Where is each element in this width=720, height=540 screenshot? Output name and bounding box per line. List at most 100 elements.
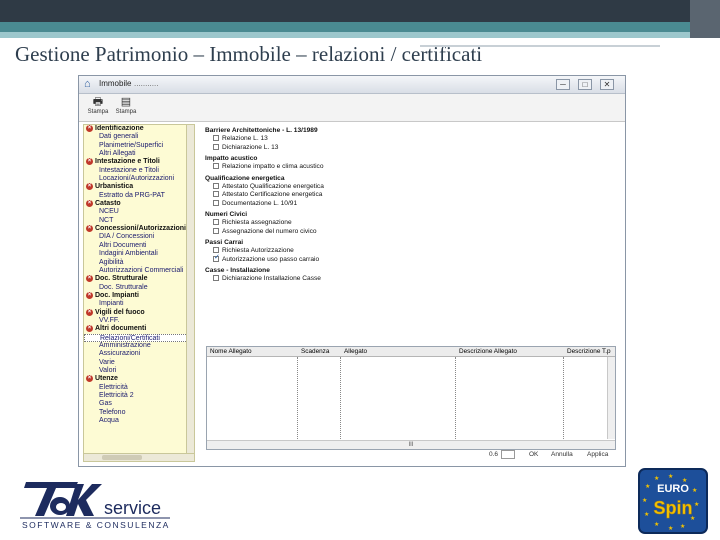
panel-group-heading: Passi Carrai [205,239,244,246]
navigation-tree: × Identificazione Dati generali Planimetrie… [83,124,195,462]
grid-col-scadenza[interactable]: Scadenza [301,347,329,357]
tree-section[interactable]: × Identificazione [84,125,194,133]
tree-item[interactable]: Agibilità [84,259,194,267]
tree-item[interactable]: NCEU [84,208,194,216]
checkbox-row[interactable]: Attestato Certificazione energetica [205,191,623,200]
checkbox-row[interactable]: Richiesta assegnazione [205,219,623,228]
checkbox-row[interactable]: Autorizzazione uso passo carraio [205,254,623,265]
tree-item[interactable]: Elettricità [84,384,194,392]
window-title: Immobile [99,79,132,88]
error-icon: × [86,183,93,191]
checkbox-label: Attestato Qualificazione energetica [222,182,324,190]
checkbox-row[interactable]: Assegnazione del numero civico [205,228,623,237]
checkbox-row[interactable]: Relazione L. 13 [205,135,623,144]
checkbox[interactable] [213,199,219,206]
close-button[interactable]: ✕ [600,79,614,90]
zoom-select[interactable] [501,450,515,459]
checkbox-row[interactable]: Attestato Qualificazione energetica [205,183,623,192]
tree-item[interactable]: Assicurazioni [84,350,194,358]
checkbox[interactable] [213,191,219,198]
tree-item[interactable]: Altri Allegati [84,150,194,158]
tree-scroll-thumb[interactable] [102,455,142,460]
tree-item[interactable]: Indagini Ambientali [84,250,194,258]
maximize-button[interactable]: □ [578,79,592,90]
minimize-button[interactable]: ─ [556,79,570,90]
checkbox[interactable] [213,219,219,226]
svg-text:★: ★ [692,487,697,494]
print-preview-button[interactable]: ▤ Stampa [113,96,139,115]
checkbox[interactable] [213,182,219,189]
error-icon: × [86,291,93,299]
tree-item[interactable]: DIA / Concessioni [84,233,194,241]
svg-text:★: ★ [642,497,647,504]
grid-vertical-scrollbar[interactable] [607,357,615,439]
header-band-teal [0,22,720,32]
tree-section[interactable]: × Doc. Impianti [84,291,194,300]
svg-text:★: ★ [654,521,659,528]
checkbox[interactable] [213,254,220,262]
checkbox-row[interactable]: Dichiarazione L. 13 [205,144,623,153]
tree-item[interactable]: Acqua [84,417,194,425]
tree-vertical-scrollbar[interactable] [186,125,194,461]
tree-item[interactable]: Dati generali [84,133,194,141]
svg-text:★: ★ [694,501,699,508]
tekservice-word: service [104,498,161,518]
tree-item[interactable]: Estratto da PRG-PAT [84,192,194,200]
tree-section[interactable]: × Doc. Strutturale [84,275,194,283]
checkbox[interactable] [213,143,219,150]
ok-button[interactable]: OK [529,451,538,458]
tree-item[interactable]: Telefono [84,409,194,417]
tree-item[interactable]: Locazioni/Autorizzazioni [84,175,194,183]
cancel-button[interactable]: Annulla [551,451,573,458]
grid-col-descrizione-tp[interactable]: Descrizione T.p [567,347,611,357]
tree-item[interactable]: Valori [84,367,194,375]
print-preview-icon: ▤ [120,96,132,108]
tree-item[interactable]: Gas [84,400,194,408]
tree-label: Indagini Ambientali [99,250,158,258]
tree-section[interactable]: × Concessioni/Autorizzazioni [84,225,194,233]
grid-col-divider [563,357,564,439]
tree-section[interactable]: × Catasto [84,200,194,208]
tree-item[interactable]: Autorizzazioni Commerciali [84,267,194,275]
checkbox-row[interactable]: Documentazione L. 10/91 [205,200,623,209]
tree-item[interactable]: Doc. Strutturale [84,284,194,292]
tekservice-tagline: SOFTWARE & CONSULENZA [22,520,170,530]
tree-horizontal-scrollbar[interactable] [84,453,194,461]
window-titlebar[interactable]: ⌂ Immobile ........... ─ □ ✕ [79,76,625,94]
tree-item[interactable]: NCT [84,217,194,225]
checkbox[interactable] [213,247,219,254]
tree-item[interactable]: Altri Documenti [84,242,194,250]
tree-item[interactable]: VV.FF. [84,317,194,325]
checkbox[interactable] [213,135,219,142]
apply-button[interactable]: Applica [587,451,608,458]
svg-text:★: ★ [668,473,673,480]
checkbox[interactable] [213,163,219,170]
checkbox[interactable] [213,275,219,282]
eurospin-logo: ★ ★ ★ ★ ★ ★ ★ ★ ★ ★ ★ ★ EURO Spin [638,468,708,534]
print-button[interactable]: 🖶 Stampa [85,96,111,115]
tree-section[interactable]: × Intestazione e Titoli [84,158,194,166]
tree-section[interactable]: × Altri documenti [84,325,194,333]
checkbox-label: Dichiarazione L. 13 [222,143,279,151]
checkbox[interactable] [213,227,219,234]
tree-item[interactable]: Intestazione e Titoli [84,167,194,175]
grid-col-descrizione[interactable]: Descrizione Allegato [459,347,517,357]
tree-item[interactable]: Amministrazione [84,342,194,350]
tree-item[interactable]: Elettricità 2 [84,392,194,400]
tree-label: Gas [99,400,112,408]
tree-section[interactable]: × Urbanistica [84,183,194,191]
tree-item[interactable]: Impianti [84,300,194,308]
checkbox-row[interactable]: Dichiarazione Installazione Casse [205,275,623,284]
checkbox-label: Autorizzazione uso passo carraio [222,255,320,263]
tree-item[interactable]: Relazioni/Certificati [84,333,194,342]
tree-section[interactable]: × Utenze [84,375,194,383]
checkbox-row[interactable]: Richiesta Autorizzazione [205,247,623,256]
printer-icon: 🖶 [92,96,104,108]
tree-item[interactable]: Planimetrie/Superfici [84,142,194,150]
grid-col-nome[interactable]: Nome Allegato [210,347,252,357]
tree-item[interactable]: Varie [84,359,194,367]
tree-section[interactable]: × Vigili del fuoco [84,308,194,317]
checkbox-row[interactable]: Relazione impatto e clima acustico [205,163,623,172]
grid-col-allegato[interactable]: Allegato [344,347,367,357]
tree-label: DIA / Concessioni [99,233,155,241]
